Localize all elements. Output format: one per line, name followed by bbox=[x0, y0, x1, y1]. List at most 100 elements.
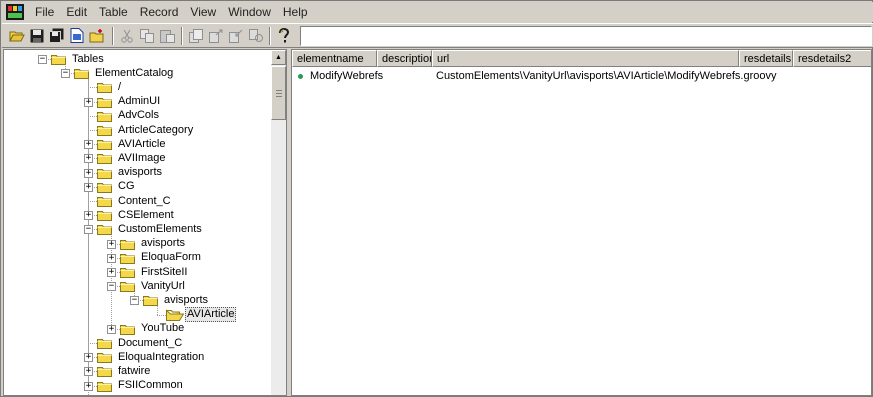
save-icon[interactable] bbox=[28, 26, 46, 45]
paste-icon[interactable] bbox=[158, 26, 176, 45]
new-folder-icon[interactable] bbox=[88, 26, 106, 45]
cut-icon[interactable] bbox=[118, 26, 136, 45]
toolbar-separator bbox=[269, 27, 271, 45]
tree-item-label: Content_C bbox=[118, 194, 171, 207]
menu-bar: File Edit Table Record View Window Help bbox=[2, 2, 873, 22]
save-all-icon[interactable] bbox=[48, 26, 66, 45]
collapse-minus-icon[interactable]: − bbox=[38, 55, 47, 64]
tree-item[interactable]: AdvCols bbox=[116, 109, 161, 123]
cell-description[interactable] bbox=[381, 68, 431, 84]
address-field[interactable] bbox=[300, 26, 872, 46]
tree-item[interactable]: ArticleCategory bbox=[116, 123, 195, 137]
menu-table[interactable]: Table bbox=[93, 2, 134, 22]
tree-item[interactable]: CSElement bbox=[116, 208, 176, 222]
menu-edit[interactable]: Edit bbox=[60, 2, 93, 22]
expand-plus-icon[interactable]: + bbox=[107, 239, 116, 249]
tree-item[interactable]: FSIICommon bbox=[116, 379, 185, 393]
column-header-resdetails2[interactable]: resdetails2 bbox=[793, 50, 871, 67]
tree-item[interactable]: avisports bbox=[162, 293, 210, 307]
grip-line bbox=[276, 96, 282, 97]
collapse-minus-icon[interactable]: − bbox=[84, 225, 93, 235]
cell-url[interactable]: CustomElements\VanityUrl\avisports\AVIAr… bbox=[436, 68, 777, 84]
expand-plus-icon[interactable]: + bbox=[84, 168, 93, 178]
export-icon[interactable] bbox=[207, 26, 225, 45]
column-header-description[interactable]: description bbox=[377, 50, 432, 67]
collapse-minus-icon[interactable]: − bbox=[61, 69, 70, 79]
open-icon[interactable] bbox=[8, 26, 26, 45]
record-status-icon bbox=[298, 74, 303, 79]
menu-file[interactable]: File bbox=[29, 2, 60, 22]
folder-icon bbox=[97, 124, 113, 136]
tree-item[interactable]: CustomElements bbox=[116, 222, 204, 236]
tree-item[interactable]: avisports bbox=[116, 166, 164, 180]
folder-icon bbox=[97, 96, 113, 108]
cell-resdetails1[interactable] bbox=[743, 68, 791, 84]
tree-pane: − Tables − ElementCatalog / + AdminUI AdvCols Ar… bbox=[3, 49, 287, 396]
tree-item[interactable]: Tables bbox=[70, 52, 106, 66]
tree-item[interactable]: Content_C bbox=[116, 194, 173, 208]
expand-plus-icon[interactable]: + bbox=[84, 182, 93, 192]
expand-plus-icon[interactable]: + bbox=[84, 97, 93, 107]
new-record-icon[interactable] bbox=[68, 26, 86, 45]
folder-icon bbox=[120, 280, 136, 293]
collapse-minus-icon[interactable]: − bbox=[130, 296, 139, 306]
tree-item-label: FSIICommon bbox=[118, 379, 183, 392]
expand-plus-icon[interactable]: + bbox=[107, 268, 116, 277]
cell-resdetails2[interactable] bbox=[797, 68, 871, 84]
column-header-url[interactable]: url bbox=[432, 50, 739, 67]
expand-plus-icon[interactable]: + bbox=[84, 367, 93, 377]
app-window: File Edit Table Record View Window Help bbox=[0, 0, 873, 397]
expand-plus-icon[interactable]: + bbox=[84, 381, 93, 391]
help-icon[interactable] bbox=[275, 26, 293, 45]
folder-icon bbox=[97, 209, 113, 222]
folder-icon bbox=[97, 167, 113, 179]
folder-icon bbox=[74, 67, 90, 80]
tree-item[interactable]: CG bbox=[116, 180, 137, 194]
tree-item[interactable]: / bbox=[116, 80, 123, 94]
column-header-resdetails1[interactable]: resdetails1 bbox=[739, 50, 793, 67]
expand-plus-icon[interactable]: + bbox=[84, 211, 93, 221]
menu-help[interactable]: Help bbox=[277, 2, 314, 22]
tree-item[interactable]: YouTube bbox=[139, 322, 186, 336]
menu-window[interactable]: Window bbox=[222, 2, 277, 22]
app-logo-icon[interactable] bbox=[6, 4, 24, 20]
expand-plus-icon[interactable]: + bbox=[107, 253, 116, 263]
tree-item[interactable]: EloquaForm bbox=[139, 251, 203, 265]
tree-item[interactable]: EloquaIntegration bbox=[116, 350, 206, 364]
tree-item[interactable]: Document_C bbox=[116, 336, 184, 350]
cell-elementname[interactable]: ModifyWebrefs bbox=[310, 68, 383, 84]
tree-item[interactable]: AdminUI bbox=[116, 95, 162, 109]
tree-item[interactable]: AVIArticle bbox=[116, 137, 167, 151]
collapse-minus-icon[interactable]: − bbox=[107, 282, 116, 292]
expand-plus-icon[interactable]: + bbox=[107, 324, 116, 334]
tree-item[interactable]: AVIImage bbox=[116, 151, 168, 165]
tree-item[interactable]: ElementCatalog bbox=[93, 66, 175, 80]
tree-item-label: FirstSiteII bbox=[141, 265, 188, 278]
folder-icon bbox=[97, 138, 113, 151]
tree-item[interactable]: AVIArticle bbox=[185, 307, 237, 323]
copy-icon[interactable] bbox=[138, 26, 156, 45]
tree-vertical-scrollbar[interactable]: ▲ bbox=[271, 50, 286, 395]
tree-item[interactable]: VanityUrl bbox=[139, 279, 187, 293]
expand-plus-icon[interactable]: + bbox=[84, 353, 93, 363]
expand-plus-icon[interactable]: + bbox=[84, 140, 93, 150]
compare-icon[interactable] bbox=[247, 26, 265, 45]
record-grid: elementname description url resdetails1 … bbox=[291, 49, 872, 396]
column-header-elementname[interactable]: elementname bbox=[292, 50, 377, 67]
tree-item[interactable]: avisports bbox=[139, 237, 187, 251]
menu-record[interactable]: Record bbox=[134, 2, 185, 22]
tree-item[interactable]: FirstSiteII bbox=[139, 265, 189, 279]
folder-icon bbox=[97, 81, 113, 94]
scroll-thumb[interactable] bbox=[271, 66, 286, 120]
copy-record-icon[interactable] bbox=[187, 26, 205, 45]
tree-item-label: AVIImage bbox=[118, 151, 166, 164]
scroll-up-arrow-icon[interactable]: ▲ bbox=[271, 50, 286, 65]
import-icon[interactable] bbox=[227, 26, 245, 45]
tree-item[interactable]: fatwire bbox=[116, 364, 152, 378]
expand-plus-icon[interactable]: + bbox=[84, 154, 93, 164]
tree-connector bbox=[157, 314, 166, 316]
folder-icon bbox=[120, 266, 136, 278]
folder-icon bbox=[97, 152, 113, 165]
table-row[interactable]: ModifyWebrefs CustomElements\VanityUrl\a… bbox=[292, 68, 871, 84]
menu-view[interactable]: View bbox=[184, 2, 222, 22]
